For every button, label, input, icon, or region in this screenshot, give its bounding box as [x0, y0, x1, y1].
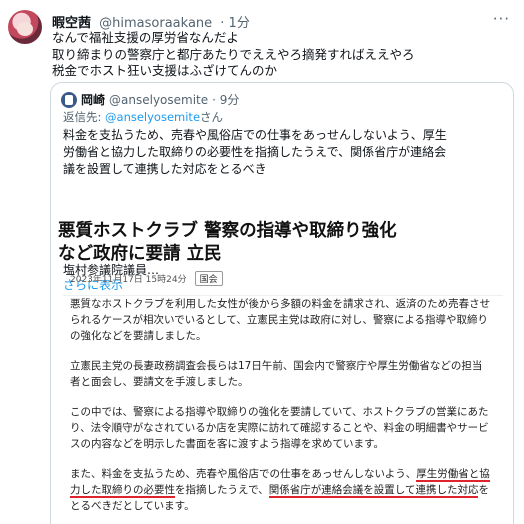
- highlighted-text: 厚生労働省と協: [416, 468, 490, 482]
- quote-text: 料金を支払うため、売春や風俗店での仕事をあっせんしないよう、厚生 労働省と協力し…: [63, 127, 503, 178]
- author-handle[interactable]: @himasoraakane: [99, 16, 212, 31]
- quote-header: 岡崎 @anselyosemite · 9分: [61, 91, 239, 108]
- quote-time: · 9分: [212, 93, 240, 107]
- article-paragraph-1: 悪質なホストクラブを利用した女性が後から多額の料金を請求され、返済のため売春させ…: [70, 296, 500, 344]
- quote-text-line: 労働省と協力した取締りの必要性を指摘したうえで、関係省庁が連絡会: [63, 145, 447, 159]
- article-paragraph-4: また、料金を支払うため、売春や風俗店での仕事をあっせんしないよう、厚生労働省と協…: [70, 466, 500, 514]
- highlighted-text: 力した取締りの必要性: [70, 484, 175, 498]
- tweet-text-line: 税金でホスト狂い支援はふざけてんのか: [52, 63, 278, 78]
- quote-author-handle: @anselyosemite: [109, 92, 209, 107]
- article-line: の強化などを要請しました。: [70, 330, 207, 342]
- tweet-header: 暇空茜 @himasoraakane · 1分: [52, 12, 250, 31]
- article-line: 力した取締りの必要性を指摘したうえで、関係省庁が連絡会議を設置して連携した対応を: [70, 482, 500, 498]
- article-line: 立憲民主党の長妻政務調査会長らは17日午前、国会内で警察庁や厚生労働省などの担当: [70, 360, 483, 372]
- quote-text-line: 料金を支払うため、売春や風俗店での仕事をあっせんしないよう、厚生: [63, 128, 447, 142]
- article-line: られるケースが相次いでいるとして、立憲民主党は政府に対し、警察による指導や取締り: [70, 314, 489, 326]
- quote-text-line: 議を設置して連携した対応をとるべき: [63, 162, 267, 176]
- tweet-text: なんで福祉支援の厚労省なんだよ 取り締まりの警察庁と都庁あたりでええやろ摘発すれ…: [52, 30, 512, 80]
- article-line: 者と面会し、要請文を手渡しました。: [70, 376, 249, 388]
- article-text: を: [478, 484, 489, 496]
- article-line: スの内容などを明示した書面を客に渡すよう指導を求めています。: [70, 438, 384, 450]
- tweet[interactable]: 暇空茜 @himasoraakane · 1分 ··· なんで福祉支援の厚労省な…: [0, 0, 524, 524]
- more-options-icon[interactable]: ···: [493, 10, 510, 28]
- tweet-text-line: 取り締まりの警察庁と都庁あたりでええやろ摘発すればええやろ: [52, 46, 415, 62]
- author-avatar[interactable]: [8, 10, 42, 44]
- article-line: この中では、警察による指導や取締りの強化を要請していて、ホストクラブの営業にあた: [70, 406, 489, 418]
- article-line: り、法令順守がなされているか店を実際に訪れて確認することや、料金の明細書やサービ: [70, 422, 489, 434]
- article-meta: 2023年11月17日 15時24分 国会: [70, 271, 223, 286]
- tweet-text-line: なんで福祉支援の厚労省なんだよ: [52, 30, 239, 45]
- reply-prefix: 返信先:: [63, 110, 102, 124]
- article-title-line: など政府に要請 立民: [58, 244, 222, 264]
- article-title: 悪質ホストクラブ 警察の指導や取締り強化 など政府に要請 立民: [58, 220, 488, 266]
- author-name[interactable]: 暇空茜: [52, 16, 91, 31]
- reply-handle-link[interactable]: @anselyosemite: [105, 110, 200, 124]
- reply-to: 返信先: @anselyosemiteさん: [63, 109, 223, 125]
- highlighted-text: 関係省庁が連絡会議を設置して連携した対応: [268, 484, 479, 498]
- reply-suffix: さん: [200, 110, 224, 124]
- article-date: 2023年11月17日 15時24分: [70, 275, 187, 285]
- article-text: を指摘したうえで、: [175, 484, 269, 496]
- article-tag: 国会: [194, 271, 223, 286]
- article-line: とるべきだとしています。: [70, 500, 195, 512]
- article-text: また、料金を支払うため、売春や風俗店での仕事をあっせんしないよう、: [70, 468, 417, 480]
- quote-avatar[interactable]: [61, 91, 77, 108]
- article-title-line: 悪質ホストクラブ 警察の指導や取締り強化: [58, 221, 397, 241]
- quote-author-name: 岡崎: [81, 93, 106, 107]
- article-line: 悪質なホストクラブを利用した女性が後から多額の料金を請求され、返済のため売春させ: [70, 298, 491, 310]
- article-line: また、料金を支払うため、売春や風俗店での仕事をあっせんしないよう、厚生労働省と協: [70, 466, 500, 482]
- tweet-time[interactable]: · 1分: [220, 16, 250, 31]
- article-paragraph-3: この中では、警察による指導や取締りの強化を要請していて、ホストクラブの営業にあた…: [70, 404, 500, 452]
- article-paragraph-2: 立憲民主党の長妻政務調査会長らは17日午前、国会内で警察庁や厚生労働省などの担当…: [70, 358, 500, 390]
